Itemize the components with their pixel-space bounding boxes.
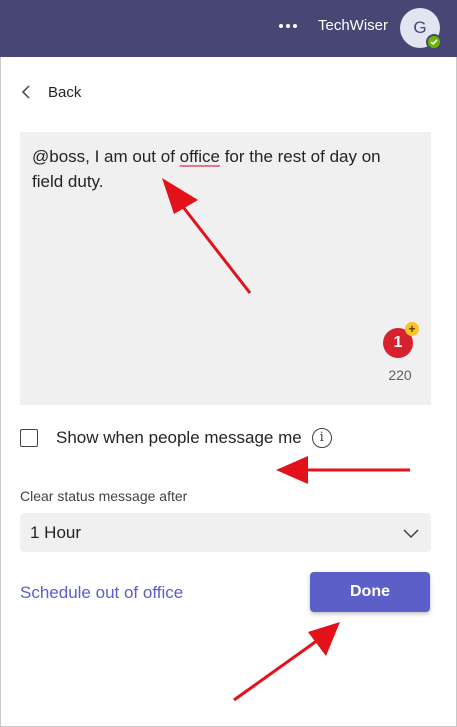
avatar-initial: G [413, 18, 427, 37]
status-message-input[interactable]: @boss, I am out of office for the rest o… [20, 132, 431, 405]
org-name: TechWiser [318, 17, 389, 34]
status-message-text[interactable]: @boss, I am out of office for the rest o… [32, 144, 412, 194]
emoji-badge-label: 1 [393, 334, 403, 351]
back-button[interactable]: Back [20, 78, 81, 106]
char-counter: 220 [388, 367, 412, 383]
done-button[interactable]: Done [310, 572, 430, 612]
info-icon[interactable]: i [311, 428, 332, 448]
app-header: TechWiser G [0, 0, 457, 57]
chevron-down-icon [403, 529, 419, 539]
avatar[interactable]: G [400, 8, 442, 50]
schedule-out-of-office-link[interactable]: Schedule out of office [20, 583, 183, 603]
show-when-message-row: Show when people message me i [20, 425, 332, 451]
show-when-message-label: Show when people message me [56, 428, 302, 447]
chevron-left-icon [21, 85, 30, 99]
emoji-button[interactable]: 1 + [383, 322, 419, 358]
more-horizontal-icon[interactable] [276, 14, 300, 38]
presence-available-icon [426, 34, 442, 50]
clear-after-value: 1 Hour [30, 523, 82, 542]
message-text-before: @boss, I am out of [32, 147, 180, 166]
back-label: Back [48, 83, 82, 101]
misspelled-word: office [179, 147, 220, 166]
show-when-message-checkbox[interactable] [20, 429, 38, 447]
add-icon: + [405, 322, 419, 336]
clear-after-dropdown[interactable]: 1 Hour [20, 513, 431, 552]
clear-after-label: Clear status message after [20, 488, 188, 504]
